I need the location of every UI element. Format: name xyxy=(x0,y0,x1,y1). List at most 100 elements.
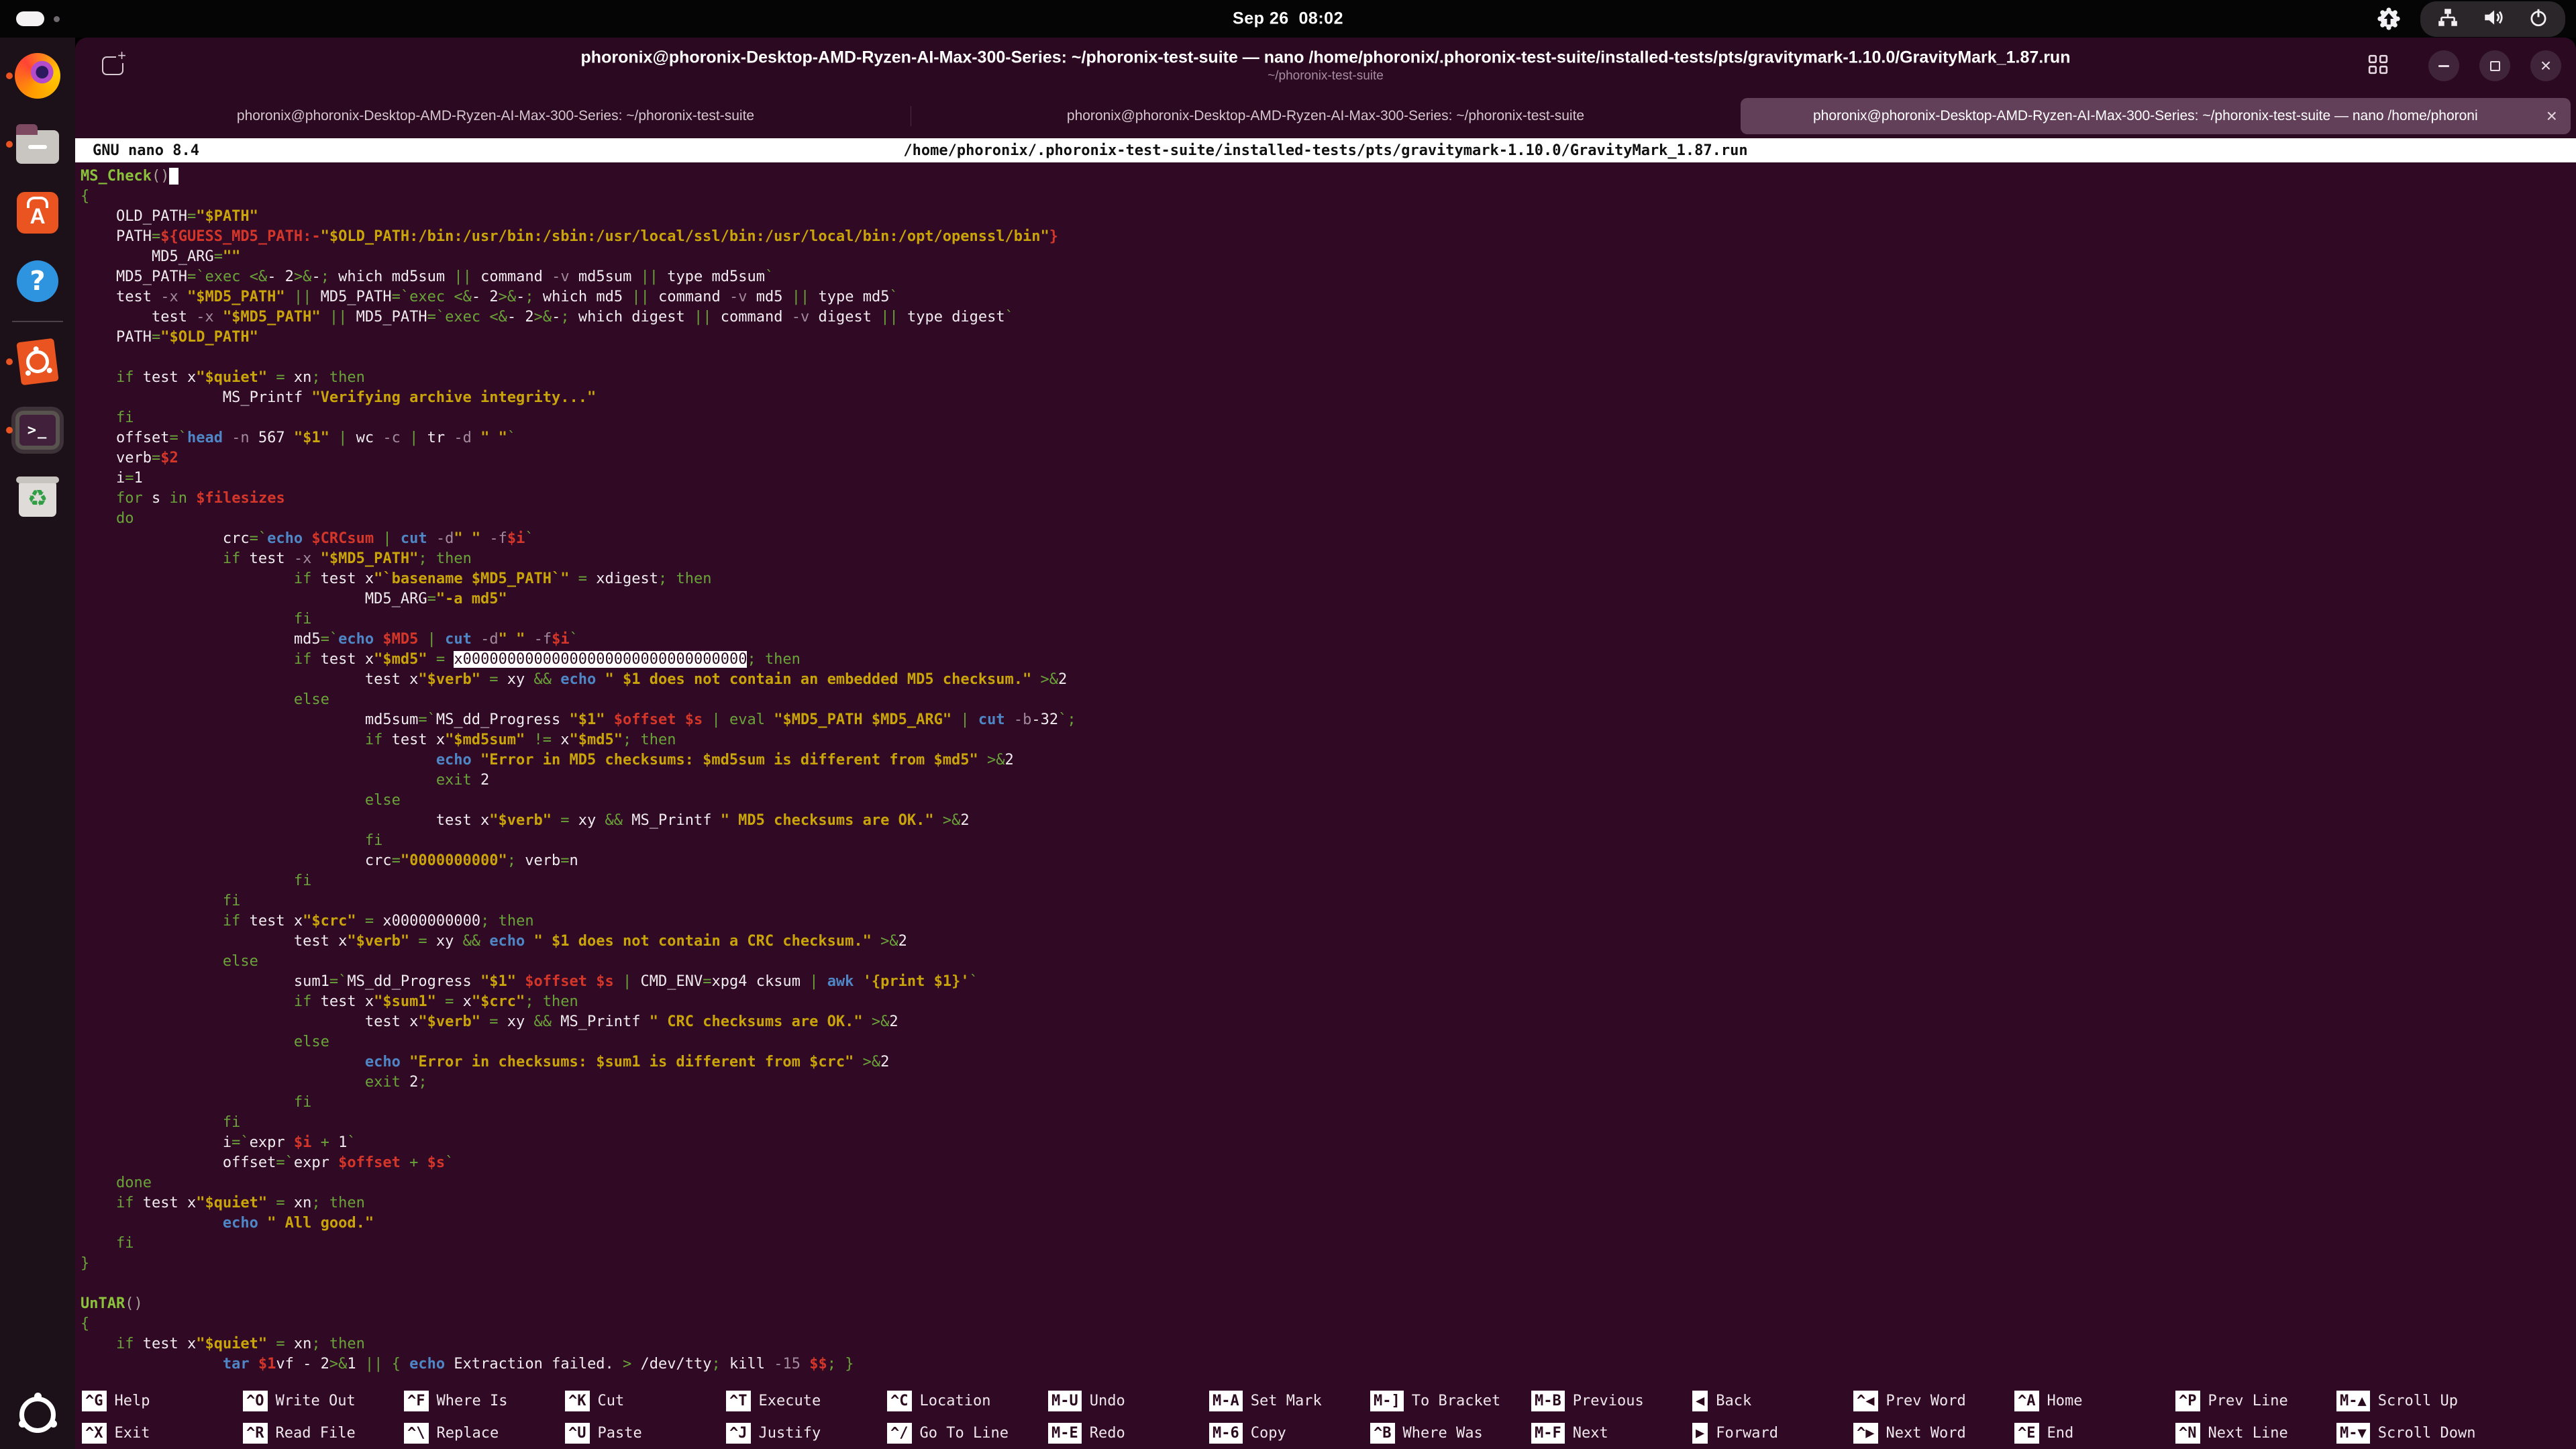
tab-close-icon[interactable]: × xyxy=(2546,107,2557,126)
shortcut-key: ^B xyxy=(1370,1423,1395,1444)
code-line: offset=`expr $offset + $s` xyxy=(81,1153,1076,1173)
code-line: test x"$verb" = xy && echo " $1 does not… xyxy=(81,932,1076,952)
tab-3[interactable]: phoronix@phoronix-Desktop-AMD-Ryzen-AI-M… xyxy=(1741,98,2571,134)
shortcut-group: ^CLocation^/Go To Line xyxy=(887,1385,1048,1449)
shortcut-group: M-BPreviousM-FNext xyxy=(1531,1385,1692,1449)
shortcut-label: Execute xyxy=(759,1393,821,1409)
shortcut-label: Exit xyxy=(115,1425,150,1442)
code-line: done xyxy=(81,1173,1076,1193)
code-area[interactable]: MS_Check() { OLD_PATH="$PATH" PATH=${GUE… xyxy=(75,162,1076,1375)
shortcut-key: ^X xyxy=(82,1423,107,1444)
code-line: OLD_PATH="$PATH" xyxy=(81,207,1076,227)
dock-item-show-apps-ubuntu-logo[interactable] xyxy=(0,1381,75,1449)
dock-item-files[interactable] xyxy=(0,110,75,179)
maximize-icon xyxy=(2490,61,2500,71)
shortcut-label: Prev Word xyxy=(1886,1393,1966,1409)
shortcut-label: Next Line xyxy=(2208,1425,2288,1442)
dock-item-app-center[interactable]: A xyxy=(0,179,75,247)
code-line: fi xyxy=(81,1234,1076,1254)
shortcut-label: Undo xyxy=(1090,1393,1125,1409)
shortcut-group: ^TExecute^JJustify xyxy=(726,1385,887,1449)
shortcut-key: ^K xyxy=(565,1391,590,1411)
quick-settings-button[interactable] xyxy=(2420,1,2565,37)
code-line: if test -x "$MD5_PATH"; then xyxy=(81,549,1076,569)
code-line: if test x"$md5" = x000000000000000000000… xyxy=(81,650,1076,670)
dock-item-ubuntu-installer[interactable] xyxy=(0,328,75,396)
shortcut-label: Scroll Up xyxy=(2378,1393,2458,1409)
shortcut-group: ^OWrite Out^RRead File xyxy=(243,1385,404,1449)
shortcut-key: ^J xyxy=(726,1423,751,1444)
shortcut-key: M-F xyxy=(1531,1423,1565,1444)
minimize-button[interactable] xyxy=(2428,50,2459,81)
shortcut-label: Home xyxy=(2047,1393,2083,1409)
new-tab-button[interactable] xyxy=(102,56,123,75)
code-line: do xyxy=(81,509,1076,529)
code-line: echo "Error in checksums: $sum1 is diffe… xyxy=(81,1052,1076,1072)
close-button[interactable]: × xyxy=(2530,50,2561,81)
tab-label: phoronix@phoronix-Desktop-AMD-Ryzen-AI-M… xyxy=(1754,108,2537,124)
tab-bar: phoronix@phoronix-Desktop-AMD-Ryzen-AI-M… xyxy=(75,94,2576,138)
code-line xyxy=(81,348,1076,368)
show-apps-ubuntu-logo-icon xyxy=(19,1397,56,1433)
shortcut-label: Back xyxy=(1716,1393,1751,1409)
volume-icon xyxy=(2482,7,2505,32)
shortcut-label: Set Mark xyxy=(1251,1393,1322,1409)
shortcut-key: ^A xyxy=(2014,1391,2039,1411)
shortcut-group: ^◀Prev Word^▶Next Word xyxy=(1853,1385,2014,1449)
dock-item-help[interactable]: ? xyxy=(0,247,75,315)
shortcut-key: M-B xyxy=(1531,1391,1565,1411)
dock-item-firefox[interactable] xyxy=(0,42,75,110)
terminal-content[interactable]: GNU nano 8.4 /home/phoronix/.phoronix-te… xyxy=(75,138,2576,1449)
code-line: test x"$verb" = xy && MS_Printf " MD5 ch… xyxy=(81,811,1076,831)
terminal-icon: >_ xyxy=(15,411,60,450)
power-icon xyxy=(2528,7,2549,32)
shortcut-label: Scroll Down xyxy=(2378,1425,2476,1442)
shortcut-label: Write Out xyxy=(276,1393,356,1409)
app-center-icon: A xyxy=(17,192,58,234)
code-line: crc="0000000000"; verb=n xyxy=(81,851,1076,871)
code-line: else xyxy=(81,791,1076,811)
tab-1[interactable]: phoronix@phoronix-Desktop-AMD-Ryzen-AI-M… xyxy=(81,98,911,134)
code-line: fi xyxy=(81,831,1076,851)
shortcut-label: Prev Line xyxy=(2208,1393,2288,1409)
shortcut-label: Read File xyxy=(276,1425,356,1442)
network-wired-icon xyxy=(2436,7,2459,32)
workspace-active-pill xyxy=(16,11,44,26)
code-line: test -x "$MD5_PATH" || MD5_PATH=`exec <&… xyxy=(81,307,1076,328)
shortcut-key: M-A xyxy=(1209,1391,1243,1411)
code-line: else xyxy=(81,690,1076,710)
code-line: if test x"$sum1" = x"$crc"; then xyxy=(81,992,1076,1012)
help-icon: ? xyxy=(17,260,58,302)
shortcut-group: M-ASet MarkM-6Copy xyxy=(1209,1385,1370,1449)
shortcut-key: ^T xyxy=(726,1391,751,1411)
shortcut-label: Redo xyxy=(1090,1425,1125,1442)
shortcut-key: ^N xyxy=(2175,1423,2200,1444)
nano-file-path: /home/phoronix/.phoronix-test-suite/inst… xyxy=(903,142,1747,159)
shortcut-label: Cut xyxy=(598,1393,625,1409)
software-update-icon[interactable] xyxy=(2377,7,2400,30)
maximize-button[interactable] xyxy=(2479,50,2510,81)
code-line: i=1 xyxy=(81,468,1076,489)
clock-button[interactable]: Sep 26 08:02 xyxy=(1233,9,1343,29)
code-line: MS_Check() xyxy=(81,166,1076,187)
shortcut-label: Forward xyxy=(1716,1425,1778,1442)
shortcut-key: ^/ xyxy=(887,1423,912,1444)
tab-2[interactable]: phoronix@phoronix-Desktop-AMD-Ryzen-AI-M… xyxy=(911,98,1741,134)
shortcut-key: ^F xyxy=(404,1391,429,1411)
shortcut-label: Help xyxy=(115,1393,150,1409)
shortcut-group: ^FWhere Is^\Replace xyxy=(404,1385,565,1449)
code-line: MD5_PATH=`exec <&- 2>&-; which md5sum ||… xyxy=(81,267,1076,287)
tab-overview-button[interactable] xyxy=(2368,54,2388,78)
dock-item-terminal[interactable]: >_ xyxy=(0,396,75,464)
code-line: offset=`head -n 567 "$1" | wc -c | tr -d… xyxy=(81,428,1076,448)
shortcut-key: M-▲ xyxy=(2336,1391,2370,1411)
dock-item-trash[interactable]: ♻ xyxy=(0,464,75,533)
shortcut-key: ^P xyxy=(2175,1391,2200,1411)
window-subtitle: ~/phoronix-test-suite xyxy=(454,69,2198,84)
workspace-indicator[interactable] xyxy=(16,11,60,26)
shortcut-label: Replace xyxy=(437,1425,499,1442)
code-line: echo "Error in MD5 checksums: $md5sum is… xyxy=(81,750,1076,770)
code-line: fi xyxy=(81,1093,1076,1113)
text-cursor xyxy=(169,168,178,185)
close-icon: × xyxy=(2540,55,2551,77)
